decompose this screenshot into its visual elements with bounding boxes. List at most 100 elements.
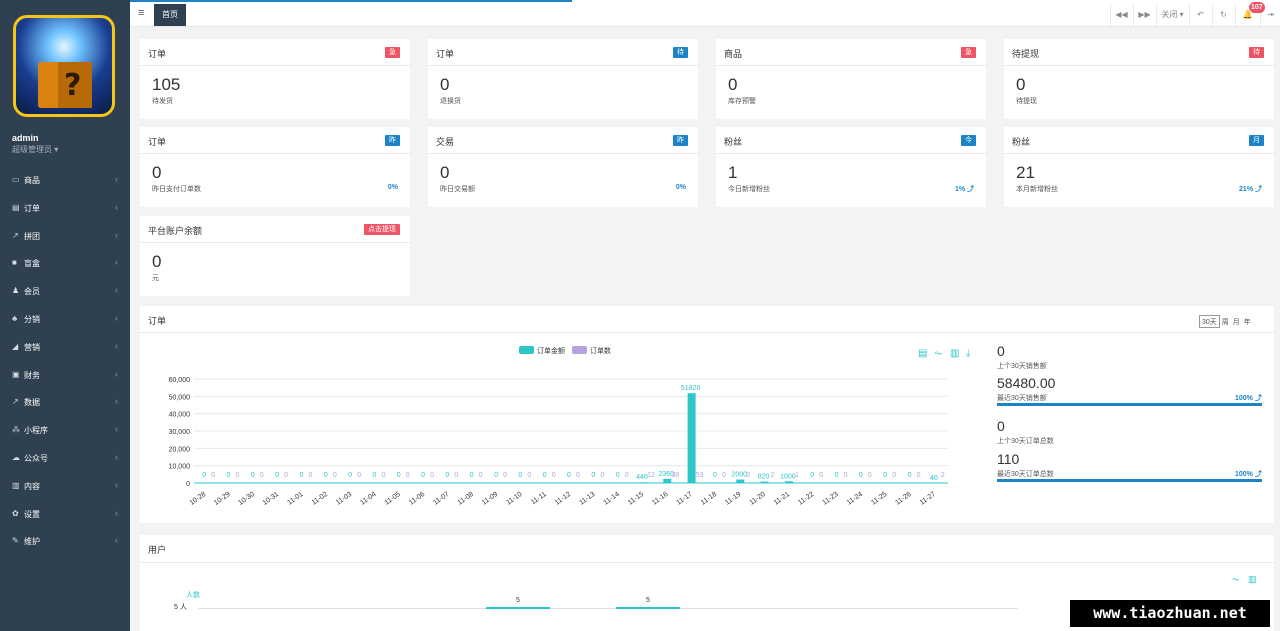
- card-percent: 0%: [675, 184, 686, 191]
- summary-value: 0: [997, 418, 1005, 434]
- sidebar-item-label: 公众号: [24, 454, 48, 463]
- chevron-left-icon: ‹: [115, 535, 118, 546]
- download-icon[interactable]: ⤓: [966, 348, 970, 359]
- refresh-icon[interactable]: ↻: [1212, 4, 1234, 26]
- sidebar-item-10[interactable]: ☁ 公众号 ‹: [0, 448, 130, 468]
- bar-amount-label: 0: [518, 472, 522, 479]
- summary-progress: [997, 479, 1262, 482]
- bar-amount-label: 0: [494, 472, 498, 479]
- wrench-icon: ✎: [12, 536, 19, 546]
- y-tick-label: 40,000: [169, 412, 191, 419]
- card-value: 0: [440, 163, 450, 182]
- scroll-left-icon[interactable]: ◀◀: [1110, 4, 1132, 26]
- range-year[interactable]: 年: [1242, 316, 1253, 329]
- sidebar-item-11[interactable]: ▥ 内容 ‹: [0, 476, 130, 496]
- user-role-dropdown[interactable]: 超级管理员 ▾: [12, 144, 58, 155]
- bar-count-label: 0: [892, 472, 896, 479]
- bar-amount[interactable]: [663, 478, 672, 483]
- chevron-left-icon: ‹: [115, 368, 118, 379]
- sidebar-item-label: 营销: [24, 342, 40, 352]
- bar-amount-label: 0: [543, 472, 547, 479]
- data-view-icon[interactable]: ▤: [918, 348, 927, 359]
- bar-amount[interactable]: [736, 479, 745, 483]
- bar-amount-label: 0: [421, 472, 425, 479]
- sidebar-item-12[interactable]: ✿ 设置 ‹: [0, 504, 130, 524]
- bar-count-label: 0: [917, 472, 921, 479]
- bar-amount[interactable]: [638, 482, 647, 483]
- card-value: 0: [1016, 75, 1026, 94]
- bar-count-label: 0: [211, 472, 215, 479]
- menu-toggle-icon[interactable]: ≡: [138, 7, 144, 19]
- chevron-left-icon: ‹: [115, 340, 118, 351]
- card-title: 平台账户余额: [148, 226, 203, 236]
- close-tabs-button[interactable]: 关闭 ▾: [1156, 4, 1188, 26]
- order-chart: 订单金额 订单数 ▤ ⏦ ▥ ⤓ 0 10,000 20,000 30,000 40,000 50,0…: [169, 346, 970, 507]
- bar-toggle-icon[interactable]: ▥: [950, 348, 959, 359]
- card-subtitle: 待发货: [152, 98, 173, 105]
- x-tick-label: 11-13: [578, 491, 596, 507]
- sidebar-item-6[interactable]: ◢ 营销 ‹: [0, 337, 130, 357]
- summary-progress: [997, 403, 1262, 406]
- bar-amount[interactable]: [760, 481, 769, 483]
- bar-amount-label: 0: [445, 472, 449, 479]
- x-tick-label: 10-31: [262, 491, 281, 507]
- user-axis-tick: 5 人: [174, 604, 187, 611]
- card-title: 订单: [148, 49, 167, 59]
- sidebar-item-2[interactable]: ↗ 拼团 ‹: [0, 226, 130, 246]
- avatar[interactable]: ?: [13, 15, 115, 117]
- bar-amount[interactable]: [687, 393, 696, 483]
- tab-home[interactable]: 首页: [154, 4, 186, 26]
- sidebar: ? admin 超级管理员 ▾ ▭ 商品 ‹ ▤ 订单 ‹ ↗ 拼团 ‹ ■ 盲盒 ‹ ♟ 会员 ‹ ♣ 分销 ‹…: [0, 0, 130, 631]
- bar-amount-label: 0: [372, 472, 376, 479]
- legend-swatch-amount[interactable]: [519, 346, 534, 354]
- legend-swatch-count[interactable]: [572, 346, 587, 354]
- card-title: 粉丝: [724, 137, 743, 147]
- sidebar-item-1[interactable]: ▤ 订单 ‹: [0, 198, 130, 218]
- sidebar-item-3[interactable]: ■ 盲盒 ‹: [0, 253, 130, 273]
- card-subtitle: 库存预警: [728, 98, 756, 105]
- bar-amount-label: 0: [591, 472, 595, 479]
- range-switch: 30天周月年: [1199, 315, 1253, 329]
- range-month[interactable]: 月: [1231, 316, 1242, 329]
- summary-label: 上个30天订单总数: [997, 438, 1054, 445]
- user-bar: [486, 607, 550, 609]
- sidebar-item-4[interactable]: ♟ 会员 ‹: [0, 281, 130, 301]
- stat-card: 待提现 待 0 待提现: [1004, 39, 1274, 119]
- sidebar-item-8[interactable]: ↗ 数据 ‹: [0, 392, 130, 412]
- x-tick-label: 11-22: [797, 491, 815, 507]
- sidebar-item-7[interactable]: ▣ 财务 ‹: [0, 365, 130, 385]
- sidebar-item-9[interactable]: ⁂ 小程序 ‹: [0, 420, 130, 440]
- card-title: 粉丝: [1012, 137, 1031, 147]
- sidebar-item-13[interactable]: ✎ 维护 ‹: [0, 531, 130, 551]
- notification-badge: 107: [1249, 2, 1265, 13]
- bar-count-label: 0: [552, 472, 556, 479]
- x-tick-label: 11-14: [603, 491, 621, 507]
- card-title: 商品: [724, 49, 743, 59]
- x-tick-label: 11-10: [505, 491, 523, 507]
- range-30d[interactable]: 30天: [1199, 315, 1220, 328]
- legend-label-count[interactable]: 订单数: [590, 346, 611, 355]
- card-tag[interactable]: 点击提现: [364, 224, 400, 235]
- bar-count-label: 2: [941, 472, 945, 479]
- line-toggle-icon[interactable]: ⏦: [934, 348, 942, 359]
- range-week[interactable]: 周: [1220, 316, 1231, 329]
- bar-amount[interactable]: [784, 481, 793, 483]
- bar-amount-label: 0: [835, 472, 839, 479]
- undo-icon[interactable]: ↶: [1189, 4, 1211, 26]
- bar-amount-label: 0: [470, 472, 474, 479]
- stat-card: 商品 急 0 库存预警: [716, 39, 986, 119]
- scroll-right-icon[interactable]: ▶▶: [1133, 4, 1155, 26]
- bar-amount-label: 0: [859, 472, 863, 479]
- gear-icon: ✿: [12, 508, 19, 518]
- x-tick-label: 11-27: [919, 491, 937, 507]
- line-toggle-icon[interactable]: ⏦: [1232, 574, 1239, 585]
- sidebar-item-0[interactable]: ▭ 商品 ‹: [0, 170, 130, 190]
- bar-count-label: 0: [236, 472, 240, 479]
- sidebar-item-5[interactable]: ♣ 分销 ‹: [0, 309, 130, 329]
- bar-count-label: 53: [696, 472, 704, 479]
- bar-toggle-icon[interactable]: ▥: [1248, 574, 1257, 585]
- legend-label-amount[interactable]: 订单金额: [537, 346, 565, 355]
- bar-count-label: 38: [671, 472, 679, 479]
- loading-bar: [130, 0, 572, 2]
- bar-amount-label: 0: [908, 472, 912, 479]
